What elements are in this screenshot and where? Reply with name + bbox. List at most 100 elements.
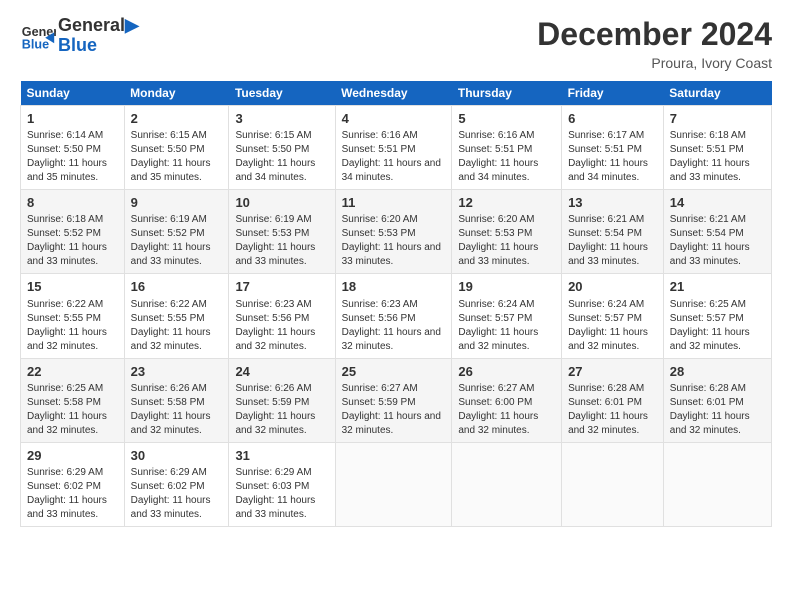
calendar-day-cell: 19Sunrise: 6:24 AMSunset: 5:57 PMDayligh… (452, 274, 562, 358)
sunrise: Sunrise: 6:29 AM (27, 467, 103, 478)
day-number: 16 (131, 278, 223, 296)
daylight: Daylight: 11 hours and 32 minutes. (670, 327, 750, 352)
daylight: Daylight: 11 hours and 33 minutes. (670, 242, 750, 267)
sunset: Sunset: 5:53 PM (342, 228, 416, 239)
header-wednesday: Wednesday (335, 81, 452, 106)
sunset: Sunset: 6:02 PM (27, 481, 101, 492)
logo: General Blue General▶ Blue (20, 16, 139, 56)
daylight: Daylight: 11 hours and 32 minutes. (235, 327, 315, 352)
calendar-day-cell: 25Sunrise: 6:27 AMSunset: 5:59 PMDayligh… (335, 358, 452, 442)
page-container: General Blue General▶ Blue December 2024… (0, 0, 792, 537)
sunset: Sunset: 5:51 PM (342, 144, 416, 155)
day-number: 6 (568, 110, 657, 128)
day-number: 21 (670, 278, 765, 296)
day-number: 17 (235, 278, 328, 296)
sunrise: Sunrise: 6:22 AM (131, 299, 207, 310)
sunrise: Sunrise: 6:15 AM (131, 130, 207, 141)
calendar-day-cell: 11Sunrise: 6:20 AMSunset: 5:53 PMDayligh… (335, 190, 452, 274)
calendar-day-cell: 8Sunrise: 6:18 AMSunset: 5:52 PMDaylight… (21, 190, 125, 274)
sunset: Sunset: 5:50 PM (131, 144, 205, 155)
logo-general: General▶ (58, 16, 139, 36)
daylight: Daylight: 11 hours and 34 minutes. (342, 158, 441, 183)
sunset: Sunset: 6:00 PM (458, 397, 532, 408)
calendar-day-cell: 5Sunrise: 6:16 AMSunset: 5:51 PMDaylight… (452, 106, 562, 190)
daylight: Daylight: 11 hours and 33 minutes. (131, 495, 211, 520)
daylight: Daylight: 11 hours and 33 minutes. (458, 242, 538, 267)
day-number: 23 (131, 363, 223, 381)
calendar-week-row: 1 Sunrise: 6:14 AM Sunset: 5:50 PM Daylight… (21, 106, 772, 190)
calendar-body: 1 Sunrise: 6:14 AM Sunset: 5:50 PM Daylight… (21, 106, 772, 527)
daylight: Daylight: 11 hours and 34 minutes. (568, 158, 648, 183)
sunrise: Sunrise: 6:28 AM (568, 383, 644, 394)
day-number: 29 (27, 447, 118, 465)
sunset: Sunset: 5:53 PM (458, 228, 532, 239)
weekday-header-row: Sunday Monday Tuesday Wednesday Thursday… (21, 81, 772, 106)
daylight: Daylight: 11 hours and 32 minutes. (458, 411, 538, 436)
daylight: Daylight: 11 hours and 33 minutes. (568, 242, 648, 267)
header-sunday: Sunday (21, 81, 125, 106)
sunrise: Sunrise: 6:23 AM (235, 299, 311, 310)
daylight: Daylight: 11 hours and 34 minutes. (458, 158, 538, 183)
day-number: 1 (27, 110, 118, 128)
location: Proura, Ivory Coast (537, 55, 772, 71)
sunset: Sunset: 5:58 PM (131, 397, 205, 408)
daylight: Daylight: 11 hours and 33 minutes. (670, 158, 750, 183)
sunrise: Sunrise: 6:18 AM (27, 214, 103, 225)
header-saturday: Saturday (663, 81, 771, 106)
calendar-day-cell (663, 442, 771, 526)
calendar-day-cell: 16Sunrise: 6:22 AMSunset: 5:55 PMDayligh… (124, 274, 229, 358)
calendar-day-cell: 18Sunrise: 6:23 AMSunset: 5:56 PMDayligh… (335, 274, 452, 358)
daylight: Daylight: 11 hours and 32 minutes. (235, 411, 315, 436)
calendar-day-cell: 26Sunrise: 6:27 AMSunset: 6:00 PMDayligh… (452, 358, 562, 442)
sunset: Sunset: 5:58 PM (27, 397, 101, 408)
sunrise: Sunrise: 6:23 AM (342, 299, 418, 310)
daylight: Daylight: 11 hours and 33 minutes. (235, 242, 315, 267)
sunrise: Sunrise: 6:26 AM (235, 383, 311, 394)
calendar-day-cell: 1Sunrise: 6:14 AMSunset: 5:50 PMDaylight… (21, 106, 125, 190)
calendar-day-cell (335, 442, 452, 526)
sunset: Sunset: 5:51 PM (670, 144, 744, 155)
calendar-day-cell: 12Sunrise: 6:20 AMSunset: 5:53 PMDayligh… (452, 190, 562, 274)
day-number: 9 (131, 194, 223, 212)
calendar-day-cell: 14Sunrise: 6:21 AMSunset: 5:54 PMDayligh… (663, 190, 771, 274)
calendar-day-cell: 15Sunrise: 6:22 AMSunset: 5:55 PMDayligh… (21, 274, 125, 358)
sunrise: Sunrise: 6:19 AM (235, 214, 311, 225)
sunset: Sunset: 5:52 PM (27, 228, 101, 239)
day-number: 19 (458, 278, 555, 296)
header-monday: Monday (124, 81, 229, 106)
day-number: 30 (131, 447, 223, 465)
daylight: Daylight: 11 hours and 32 minutes. (131, 327, 211, 352)
day-number: 13 (568, 194, 657, 212)
day-number: 24 (235, 363, 328, 381)
sunset: Sunset: 5:52 PM (131, 228, 205, 239)
sunset: Sunset: 5:57 PM (458, 313, 532, 324)
daylight: Daylight: 11 hours and 35 minutes. (27, 158, 107, 183)
sunrise: Sunrise: 6:19 AM (131, 214, 207, 225)
daylight: Daylight: 11 hours and 32 minutes. (670, 411, 750, 436)
sunset: Sunset: 5:57 PM (670, 313, 744, 324)
header-friday: Friday (562, 81, 664, 106)
daylight: Daylight: 11 hours and 32 minutes. (342, 327, 441, 352)
sunrise: Sunrise: 6:14 AM (27, 130, 103, 141)
daylight: Daylight: 11 hours and 32 minutes. (131, 411, 211, 436)
calendar-day-cell: 31Sunrise: 6:29 AMSunset: 6:03 PMDayligh… (229, 442, 335, 526)
sunset: Sunset: 5:55 PM (27, 313, 101, 324)
sunset: Sunset: 5:51 PM (458, 144, 532, 155)
sunrise: Sunrise: 6:20 AM (458, 214, 534, 225)
header: General Blue General▶ Blue December 2024… (20, 16, 772, 71)
sunrise: Sunrise: 6:16 AM (458, 130, 534, 141)
title-block: December 2024 Proura, Ivory Coast (537, 16, 772, 71)
daylight: Daylight: 11 hours and 32 minutes. (568, 411, 648, 436)
sunrise: Sunrise: 6:22 AM (27, 299, 103, 310)
sunrise: Sunrise: 6:26 AM (131, 383, 207, 394)
logo-icon: General Blue (20, 18, 56, 54)
day-number: 20 (568, 278, 657, 296)
sunrise: Sunrise: 6:27 AM (342, 383, 418, 394)
day-number: 3 (235, 110, 328, 128)
sunset: Sunset: 5:51 PM (568, 144, 642, 155)
svg-text:Blue: Blue (22, 37, 49, 51)
daylight: Daylight: 11 hours and 33 minutes. (131, 242, 211, 267)
day-number: 28 (670, 363, 765, 381)
day-number: 26 (458, 363, 555, 381)
sunset: Sunset: 5:59 PM (342, 397, 416, 408)
